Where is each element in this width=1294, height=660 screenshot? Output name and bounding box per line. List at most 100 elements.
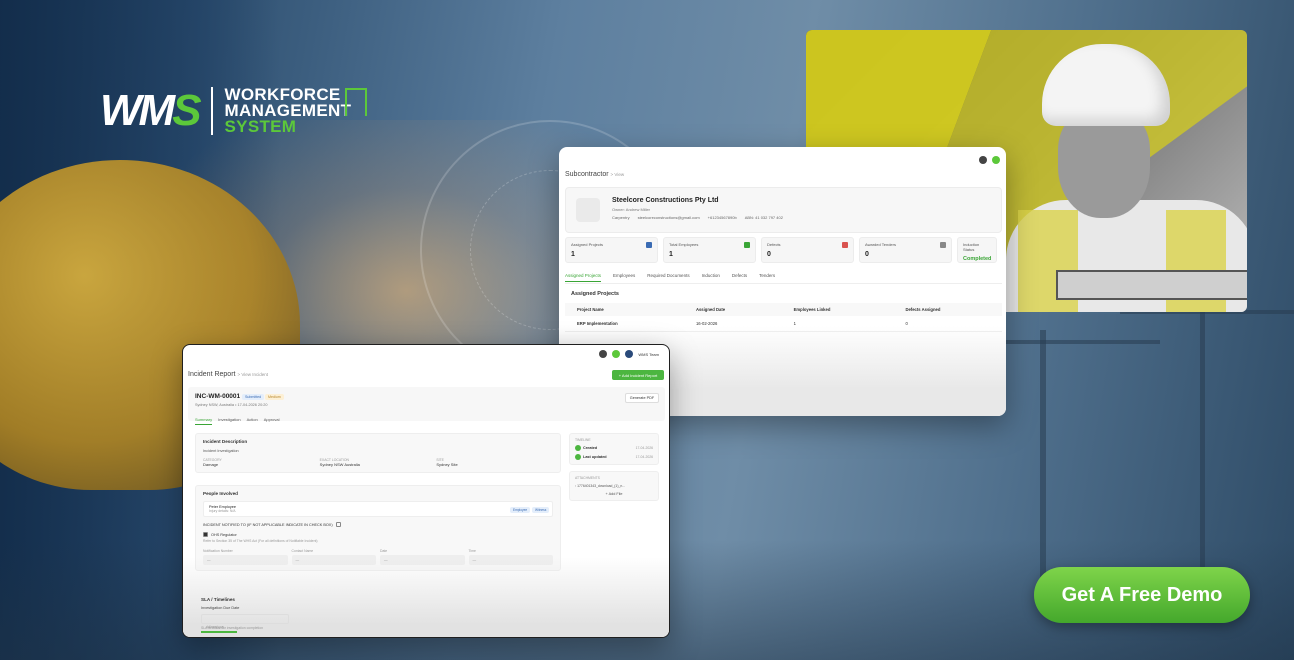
- chat-icon[interactable]: [599, 350, 608, 358]
- column-header[interactable]: Defects Assigned: [893, 303, 1002, 316]
- notified-checkbox[interactable]: [335, 522, 341, 527]
- tab-action[interactable]: Action: [247, 417, 258, 425]
- section-title: Assigned Projects: [571, 291, 619, 297]
- logo-letter-w: W: [100, 86, 141, 135]
- sla-heading: SLA / Timelines: [201, 597, 235, 602]
- timeline-item: Created 17-04-2026: [575, 445, 653, 451]
- tab-tenders[interactable]: Tenders: [759, 273, 775, 282]
- field-value: Sydney NSW Australia: [319, 462, 360, 467]
- stat-value: 1: [571, 251, 575, 258]
- stat-value: 0: [767, 251, 771, 258]
- company-contacts: Carpentry steelcoreconstructions@gmail.c…: [612, 215, 783, 220]
- column-header[interactable]: Project Name: [565, 303, 684, 316]
- stat-label: Induction Status: [963, 242, 980, 252]
- stat-label: Assigned Projects: [571, 242, 604, 247]
- award-icon: [940, 242, 946, 248]
- field-label: Time: [468, 549, 476, 553]
- company-email[interactable]: steelcoreconstructions@gmail.com: [638, 215, 700, 220]
- page-title-text: Incident Report: [188, 371, 236, 378]
- company-owner: Owner: Andrew Miller: [612, 207, 651, 212]
- notified-checkbox-row[interactable]: INCIDENT NOTIFIED TO (IF NOT APPLICABLE …: [203, 522, 553, 527]
- get-free-demo-button[interactable]: Get A Free Demo: [1034, 567, 1250, 623]
- chat-icon[interactable]: [979, 156, 987, 164]
- page-title-text: Subcontractor: [565, 171, 609, 178]
- tab-summary[interactable]: Summary: [195, 417, 213, 425]
- stat-awarded-tenders: Awarded Tenders 0: [859, 237, 952, 263]
- card-heading: Incident Description: [203, 439, 248, 444]
- building-icon: [646, 242, 652, 248]
- incident-window: WMS Team Incident Report > View Incident…: [182, 344, 670, 638]
- stat-total-employees: Total Employees 1: [663, 237, 756, 263]
- window-fade: [183, 557, 669, 637]
- page-title: Subcontractor > View: [565, 171, 624, 178]
- regulator-checkbox[interactable]: [203, 532, 208, 537]
- field-value: Sydney Site: [436, 462, 458, 467]
- field-category: CATEGORY Damage: [203, 458, 320, 467]
- add-incident-button[interactable]: + Add Incident Report: [612, 370, 664, 380]
- description-fields: CATEGORY Damage EXACT LOCATION Sydney NS…: [203, 458, 553, 467]
- regulator-checkbox-row[interactable]: OHS Regulator: [203, 532, 553, 537]
- logo-letter-m: M: [138, 86, 176, 135]
- stat-label: Total Employees: [669, 242, 699, 247]
- due-date-input[interactable]: dd/mm/yyyy: [201, 614, 289, 629]
- divider: [565, 283, 1002, 284]
- person-detail: Injury details: N/A: [209, 509, 236, 513]
- breadcrumb: > View Incident: [237, 372, 268, 377]
- building-icon: [576, 198, 600, 222]
- card-heading: People Involved: [203, 491, 238, 496]
- tab-induction[interactable]: Induction: [702, 273, 720, 282]
- brand-logo: WMS WORKFORCE MANAGEMENT SYSTEM: [100, 86, 368, 136]
- tab-investigation[interactable]: Investigation: [218, 417, 240, 425]
- notification-icon[interactable]: [612, 350, 621, 358]
- person-row[interactable]: Peter Employee Injury details: N/A Emplo…: [203, 501, 553, 517]
- stat-induction-status: Induction Status Completed: [957, 237, 997, 263]
- field-label: Contact Name: [291, 549, 314, 553]
- attachment-file-name[interactable]: 1776401343_download_(1)_n...: [577, 484, 625, 488]
- attachment-row[interactable]: ▫ 1776401343_download_(1)_n...: [575, 484, 653, 488]
- check-circle-icon: [575, 445, 581, 451]
- timeline-heading: TIMELINE: [575, 438, 591, 442]
- stat-label: Defects: [767, 242, 781, 247]
- field-label: Date: [380, 549, 388, 553]
- avatar[interactable]: [625, 350, 634, 358]
- crane-icon: [345, 88, 368, 116]
- company-name: Steelcore Constructions Pty Ltd: [612, 197, 719, 204]
- logo-letter-s: S: [172, 86, 201, 135]
- window-header: [559, 147, 1006, 173]
- field-label: Notification Number: [203, 549, 233, 553]
- field-site: SITE Sydney Site: [436, 458, 553, 467]
- notified-label: INCIDENT NOTIFIED TO (IF NOT APPLICABLE …: [203, 522, 333, 527]
- field-location: EXACT LOCATION Sydney NSW Australia: [320, 458, 437, 467]
- incident-sidebar: TIMELINE Created 17-04-2026 Last updated…: [569, 433, 659, 501]
- tab-employees[interactable]: Employees: [613, 273, 635, 282]
- stat-cards: Assigned Projects 1 Total Employees 1 De…: [565, 237, 997, 263]
- attachments-heading: ATTACHMENTS: [575, 476, 600, 480]
- tab-defects[interactable]: Defects: [732, 273, 747, 282]
- stat-assigned-projects: Assigned Projects 1: [565, 237, 658, 263]
- company-abn: ABN: 41 032 797 402: [744, 215, 783, 220]
- role-chip: Witness: [532, 507, 550, 513]
- stat-value: 1: [669, 251, 673, 258]
- tab-assigned-projects[interactable]: Assigned Projects: [565, 273, 602, 282]
- column-header[interactable]: Employees Linked: [781, 303, 894, 316]
- stat-label: Awarded Tenders: [865, 242, 896, 247]
- table-header-row: Project Name Assigned Date Employees Lin…: [565, 303, 1002, 316]
- user-name[interactable]: WMS Team: [638, 352, 659, 357]
- field-value: Damage: [203, 462, 219, 467]
- add-file-button[interactable]: + Add File: [575, 492, 653, 496]
- tab-required-documents[interactable]: Required Documents: [647, 273, 689, 282]
- incident-subline: Sydney NSW, Australia • 17-04-2026 20:20: [195, 403, 268, 407]
- tab-approval[interactable]: Approval: [264, 417, 280, 425]
- check-circle-icon: [575, 454, 581, 460]
- window-header: WMS Team: [183, 345, 669, 363]
- generate-pdf-button[interactable]: Generate PDF: [625, 393, 659, 403]
- timeline-item: Last updated 17-04-2026: [575, 454, 653, 460]
- timeline-label: Created: [583, 446, 598, 450]
- timeline-date: 17-04-2026: [635, 455, 653, 459]
- incident-description-card: Incident Description Incident Investigat…: [195, 433, 561, 473]
- column-header[interactable]: Assigned Date: [683, 303, 782, 316]
- company-trade: Carpentry: [612, 215, 630, 220]
- logo-mark: WMS: [100, 86, 202, 136]
- notification-icon[interactable]: [992, 156, 1000, 164]
- incident-header-card: INC-WM-00001 Submitted Medium Sydney NSW…: [188, 387, 665, 421]
